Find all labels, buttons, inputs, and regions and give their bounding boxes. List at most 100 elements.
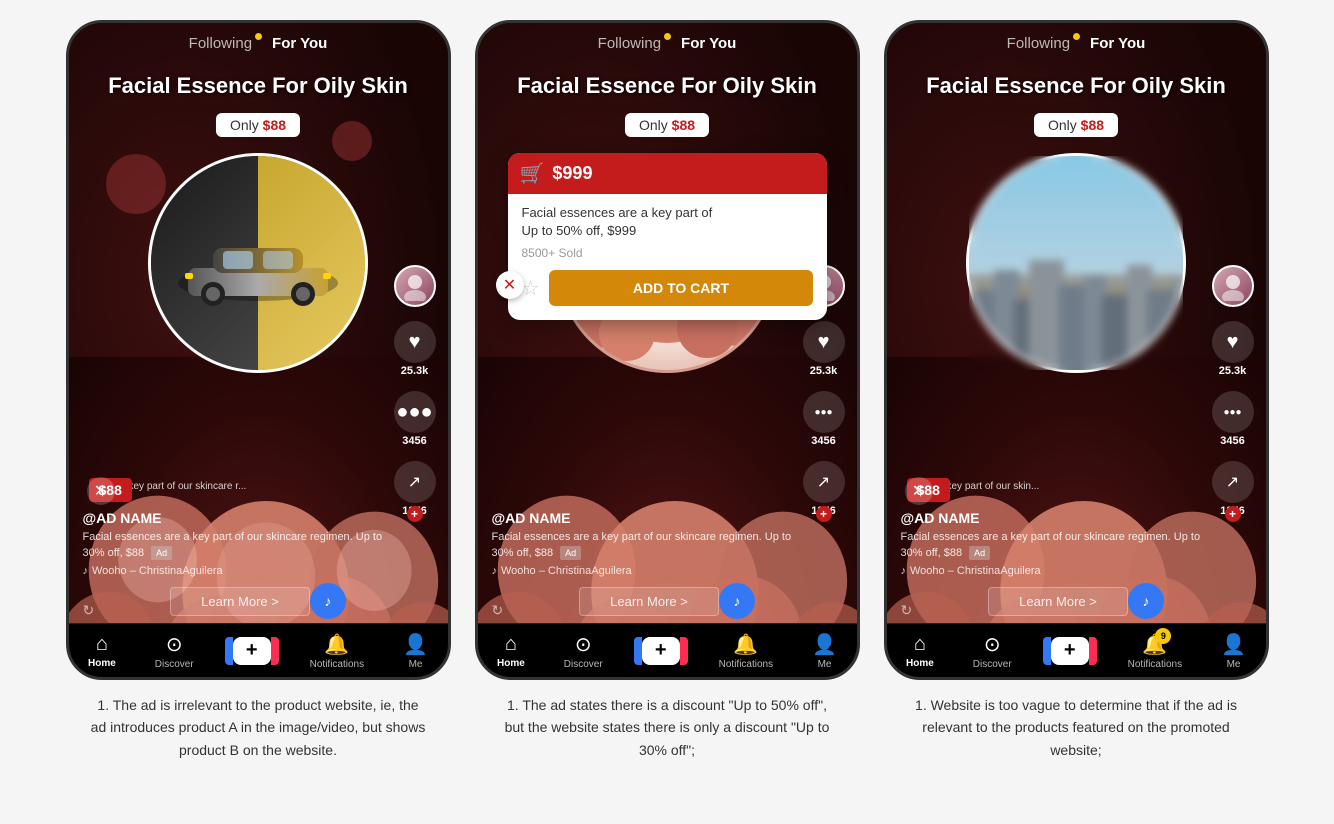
follow-plus-2[interactable]: + [816,506,832,522]
close-btn-3[interactable]: ✕ [905,477,933,505]
right-sidebar-1: + ♥ 25.3k ●●● 3456 ↗ 1256 [394,265,436,517]
likes-count-2: 25.3k [810,365,838,377]
bottom-nav-3: ⌂ Home ⊙ Discover + 🔔 9 Notifications [887,623,1266,677]
learn-more-btn-1[interactable]: Learn More > [170,587,310,616]
music-info-1: ♪ Wooho – ChristinaAguilera [83,565,388,577]
desc-overlay-3: key part of our skin... [947,481,1040,492]
music-note-icon-1: ♪ [83,565,89,577]
username-1: @AD NAME [83,510,388,526]
ad-badge-2: Ad [560,546,581,561]
nav-discover-1[interactable]: ⊙ Discover [155,632,194,670]
heart-icon-2[interactable]: ♥ [803,321,845,363]
caption-3: 1. Website is too vague to determine tha… [896,694,1256,761]
add-btn-3[interactable]: + [1051,637,1089,665]
price-badge-2: Only $88 [625,113,709,137]
nav-foryou-2[interactable]: For You [681,35,736,52]
cart-icon-2: 🛒 [520,161,545,186]
bottom-nav-1: ⌂ Home ⊙ Discover + 🔔 Notifications 👤 Me [69,623,448,677]
add-btn-2[interactable]: + [642,637,680,665]
top-nav-1: Following For You [69,23,448,58]
price-badge-1: Only $88 [216,113,300,137]
rotate-icon-3: ↻ [901,602,913,619]
popup-actions-2: ☆ ADD TO CART [522,270,813,306]
likes-count-3: 25.3k [1219,365,1247,377]
add-to-cart-btn-2[interactable]: ADD TO CART [549,270,812,306]
comment-icon-2[interactable]: ●●● [803,391,845,433]
comment-icon-3[interactable]: ●●● [1212,391,1254,433]
nav-following-2[interactable]: Following [598,35,661,52]
learn-more-area-3: ↻ Learn More > ♪ [887,583,1266,619]
nav-me-1[interactable]: 👤 Me [403,632,428,670]
user-info-3: @AD NAME Facial essences are a key part … [901,510,1206,577]
learn-more-btn-3[interactable]: Learn More > [988,587,1128,616]
share-icon-1[interactable]: ↗ [394,461,436,503]
phone-1-wrapper: Following For You Facial Essence For Oil… [66,20,451,761]
learn-more-btn-2[interactable]: Learn More > [579,587,719,616]
me-icon-2: 👤 [812,632,837,657]
price-badge-3: Only $88 [1034,113,1118,137]
nav-discover-2[interactable]: ⊙ Discover [564,632,603,670]
follow-plus-1[interactable]: + [407,506,423,522]
share-icon-3[interactable]: ↗ [1212,461,1254,503]
close-btn-1[interactable]: ✕ [87,477,115,505]
nav-following-1[interactable]: Following [189,35,252,52]
notification-badge-3: 9 [1155,628,1171,644]
add-btn-1[interactable]: + [233,637,271,665]
popup-close-2[interactable]: ✕ [496,271,524,299]
username-3: @AD NAME [901,510,1206,526]
user-desc-1: Facial essences are a key part of our sk… [83,530,388,561]
user-desc-3: Facial essences are a key part of our sk… [901,530,1206,561]
popup-sold-2: 8500+ Sold [522,246,813,260]
right-sidebar-3: + ♥ 25.3k ●●● 3456 ↗ 1256 [1212,265,1254,517]
main-image-circle-1 [148,153,368,373]
comments-wrap-3: ●●● 3456 [1212,391,1254,447]
notifications-icon-3: 🔔 9 [1142,632,1167,657]
video-area-3: Facial Essence For Oily Skin Only $88 [887,23,1266,677]
rotate-icon-2: ↻ [492,602,504,619]
music-info-2: ♪ Wooho – ChristinaAguilera [492,565,797,577]
nav-add-2[interactable]: + [642,637,680,665]
rotate-icon-1: ↻ [83,602,95,619]
product-popup-2[interactable]: 🛒 $999 Facial essences are a key part of… [508,153,827,320]
nav-add-1[interactable]: + [233,637,271,665]
nav-discover-3[interactable]: ⊙ Discover [973,632,1012,670]
popup-desc-2: Facial essences are a key part of Up to … [522,204,813,240]
avatar-wrap-3: + [1212,265,1254,307]
nav-dot-2 [664,33,671,40]
avatar-1[interactable] [394,265,436,307]
discover-icon-2: ⊙ [575,632,592,657]
heart-icon-3[interactable]: ♥ [1212,321,1254,363]
comments-count-1: 3456 [402,435,426,447]
star-icon-2[interactable]: ☆ [522,276,540,301]
share-icon-2[interactable]: ↗ [803,461,845,503]
tiktok-logo-2: ♪ [719,583,755,619]
learn-more-area-1: ↻ Learn More > ♪ [69,583,448,619]
nav-me-2[interactable]: 👤 Me [812,632,837,670]
desc-overlay-1: key part of our skincare r... [129,481,247,492]
music-note-icon-3: ♪ [901,565,907,577]
comment-icon-1[interactable]: ●●● [394,391,436,433]
nav-home-1[interactable]: ⌂ Home [88,633,116,669]
caption-2: 1. The ad states there is a discount "Up… [487,694,847,761]
likes-wrap-1: ♥ 25.3k [394,321,436,377]
discover-icon-3: ⊙ [984,632,1001,657]
ad-badge-1: Ad [151,546,172,561]
nav-notifications-1[interactable]: 🔔 Notifications [310,632,364,670]
nav-me-3[interactable]: 👤 Me [1221,632,1246,670]
me-icon-3: 👤 [1221,632,1246,657]
video-area-2: Facial Essence For Oily Skin Only $88 [478,23,857,677]
nav-following-3[interactable]: Following [1007,35,1070,52]
avatar-3[interactable] [1212,265,1254,307]
nav-home-2[interactable]: ⌂ Home [497,633,525,669]
follow-plus-3[interactable]: + [1225,506,1241,522]
nav-foryou-1[interactable]: For You [272,35,327,52]
heart-icon-1[interactable]: ♥ [394,321,436,363]
nav-notifications-2[interactable]: 🔔 Notifications [719,632,773,670]
likes-count-1: 25.3k [401,365,429,377]
username-2: @AD NAME [492,510,797,526]
nav-home-3[interactable]: ⌂ Home [906,633,934,669]
discover-icon-1: ⊙ [166,632,183,657]
nav-notifications-3[interactable]: 🔔 9 Notifications [1128,632,1182,670]
nav-foryou-3[interactable]: For You [1090,35,1145,52]
nav-add-3[interactable]: + [1051,637,1089,665]
